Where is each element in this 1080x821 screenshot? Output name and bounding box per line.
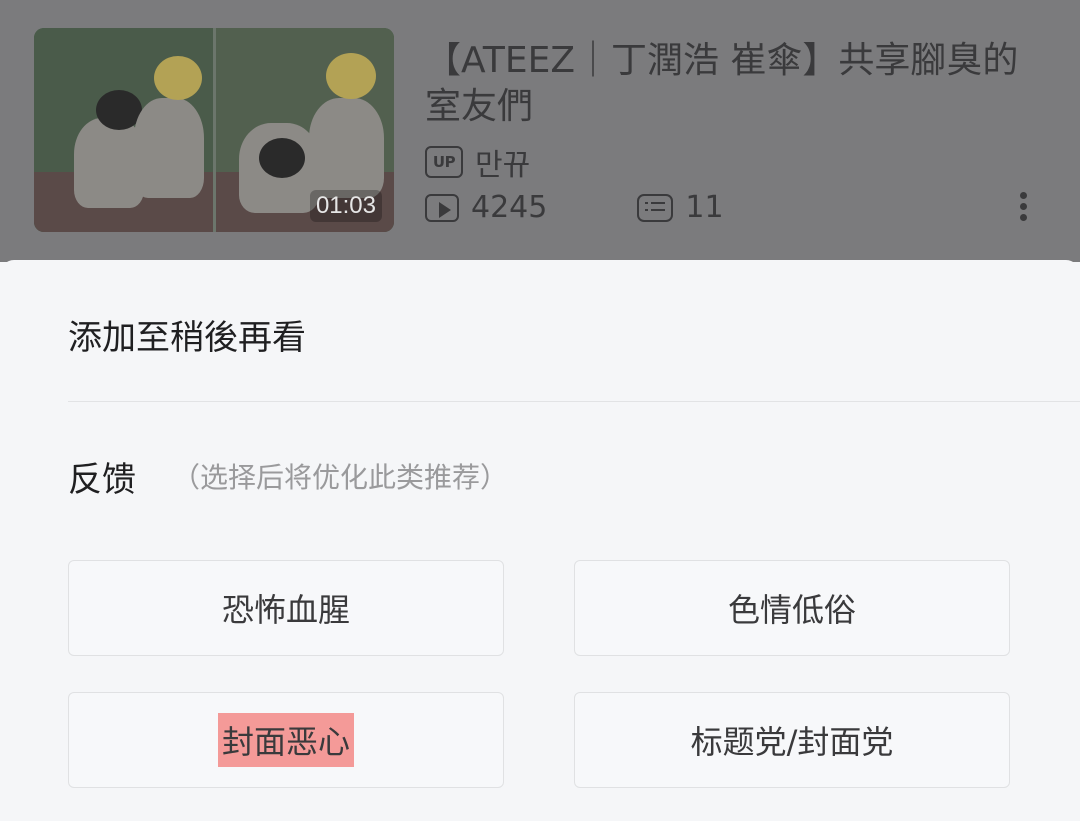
play-count-icon (425, 193, 459, 222)
more-options-sheet: 添加至稍後再看 反馈 （选择后将优化此类推荐） 恐怖血腥 色情低俗 封面恶心 标… (0, 260, 1080, 821)
video-thumbnail[interactable]: 01:03 (34, 28, 394, 232)
stats-row: 4245 11 (425, 190, 724, 225)
feedback-option-clickbait[interactable]: 标题党/封面党 (574, 692, 1010, 788)
add-to-watch-later-button[interactable]: 添加至稍後再看 (68, 310, 306, 359)
highlighted-label: 封面恶心 (217, 713, 354, 767)
feedback-title: 反馈 (68, 460, 136, 500)
uploader-row[interactable]: UP 만뀨 (425, 140, 530, 184)
up-badge-icon: UP (425, 146, 463, 178)
video-card: 01:03 【ATEEZ｜丁潤浩 崔傘】共享腳臭的室友們 UP 만뀨 4245 … (0, 0, 1080, 262)
feedback-option-label: 标题党/封面党 (690, 723, 894, 761)
more-options-icon[interactable] (1016, 192, 1030, 228)
danmaku-icon (637, 193, 674, 222)
feedback-option-label: 恐怖血腥 (221, 591, 350, 629)
video-duration: 01:03 (309, 190, 382, 222)
feedback-hint: （选择后将优化此类推荐） (172, 461, 509, 494)
uploader-name: 만뀨 (475, 148, 531, 183)
danmaku-count: 11 (685, 190, 724, 225)
video-title[interactable]: 【ATEEZ｜丁潤浩 崔傘】共享腳臭的室友們 (425, 38, 1045, 130)
divider (68, 401, 1080, 402)
feedback-option-gore[interactable]: 恐怖血腥 (68, 560, 504, 656)
feedback-option-label: 色情低俗 (727, 591, 856, 629)
feedback-option-vulgar[interactable]: 色情低俗 (574, 560, 1010, 656)
feedback-option-disgusting-cover[interactable]: 封面恶心 (68, 692, 504, 788)
view-count: 4245 (471, 190, 548, 225)
